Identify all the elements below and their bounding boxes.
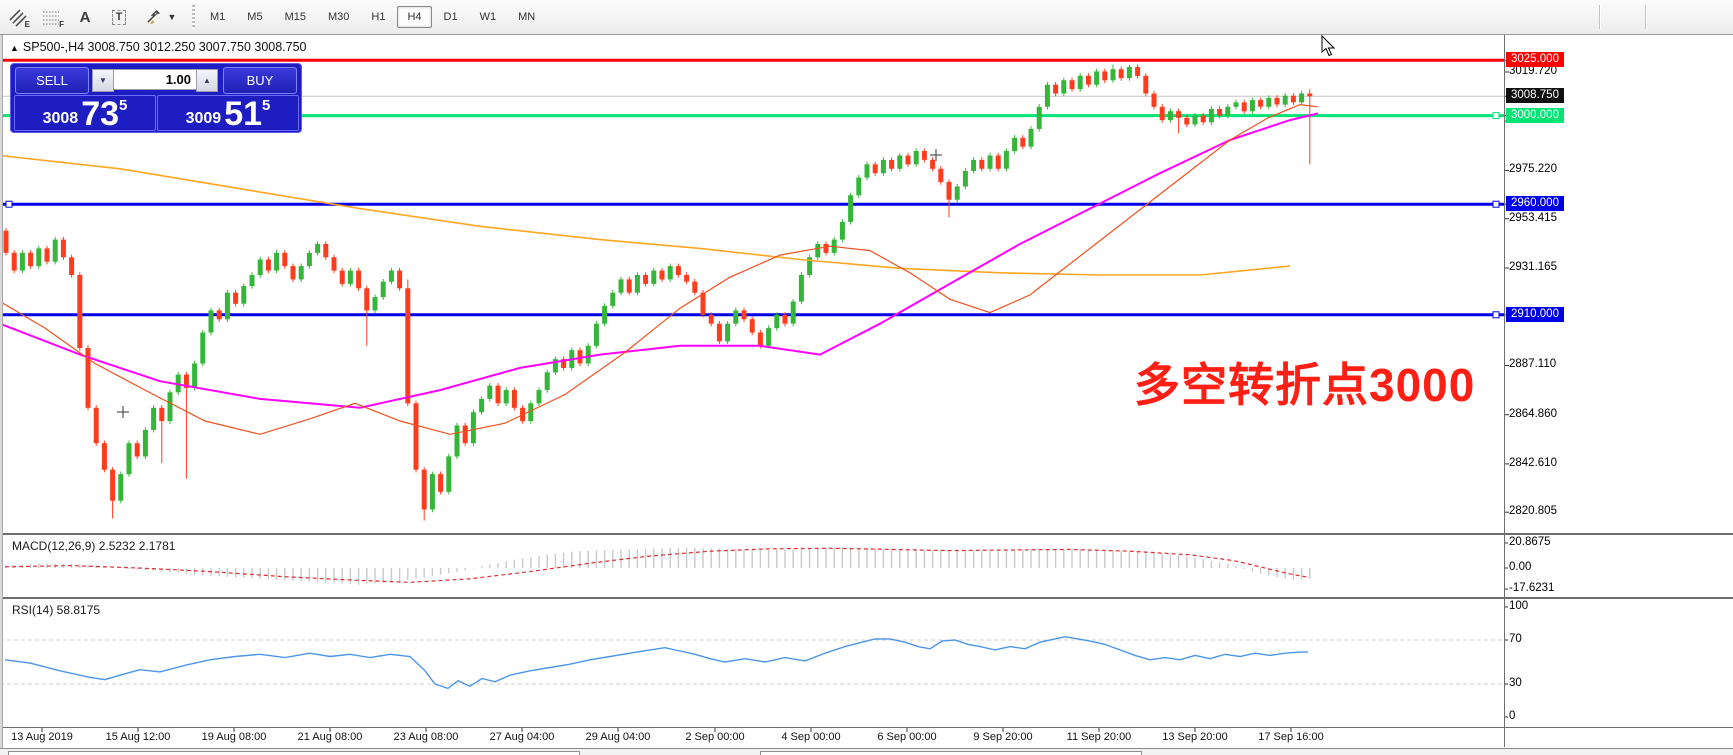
date-tick-label: 23 Aug 08:00	[381, 731, 471, 743]
sell-button[interactable]: SELL	[15, 67, 89, 94]
volume-decrease-button[interactable]: ▼	[92, 69, 114, 92]
ma-orange-line	[0, 156, 1290, 276]
price-tick-label: 2931.165	[1509, 261, 1557, 273]
date-tick-label: 13 Aug 2019	[0, 731, 87, 743]
date-tick-label: 9 Sep 20:00	[958, 731, 1048, 743]
date-tick-label: 21 Aug 08:00	[285, 731, 375, 743]
buy-price-sup: 5	[262, 97, 270, 114]
price-tick-label: 2820.805	[1509, 505, 1557, 517]
volume-increase-button[interactable]: ▲	[196, 69, 218, 92]
price-tick-label: 2842.610	[1509, 457, 1557, 469]
price-badge-3000.000: 3000.000	[1506, 108, 1564, 123]
sell-price-sup: 5	[119, 97, 127, 114]
indicator-tick-label: 100	[1509, 600, 1528, 612]
triangle-icon: ▲	[10, 43, 19, 53]
macd-pane	[5, 548, 1310, 585]
price-tick-label: 2887.110	[1509, 358, 1556, 370]
line-handle[interactable]	[1493, 312, 1499, 318]
price-badge-3008.750: 3008.750	[1506, 88, 1564, 103]
date-tick-label: 19 Aug 08:00	[189, 731, 279, 743]
date-tick-label: 17 Sep 16:00	[1246, 731, 1336, 743]
ma-red-line	[0, 105, 1318, 435]
pane-divider-rsi[interactable]	[0, 597, 1733, 599]
date-tick-label: 15 Aug 12:00	[93, 731, 183, 743]
sell-price-display[interactable]: 3008 73 5	[14, 95, 156, 131]
one-click-trading-panel: SELL ▼ ▲ BUY 3008 73 5 3009 51 5	[10, 63, 302, 133]
date-tick-label: 11 Sep 20:00	[1054, 731, 1144, 743]
chart-symbol-title: ▲SP500-,H4 3008.750 3012.250 3007.750 30…	[10, 40, 307, 54]
line-handle[interactable]	[6, 201, 12, 207]
indicator-tick-label: 0	[1509, 710, 1515, 722]
indicator-tick-label: 70	[1509, 633, 1522, 645]
chart-text-annotation[interactable]: 多空转折点3000	[1134, 362, 1475, 408]
chart-bottom-border	[0, 727, 1733, 728]
trading-terminal-window: E F A T ▼ M1 M5 M15	[0, 0, 1733, 755]
sell-price-big: 73	[81, 99, 119, 129]
price-badge-3025.000: 3025.000	[1506, 52, 1564, 67]
rsi-indicator-label: RSI(14) 58.8175	[12, 603, 100, 617]
ma-magenta-line	[0, 113, 1318, 407]
line-handle[interactable]	[1493, 113, 1499, 119]
line-handle[interactable]	[1493, 201, 1499, 207]
date-tick-label: 4 Sep 00:00	[766, 731, 856, 743]
window-left-border	[0, 35, 3, 748]
price-tick-label: 2953.415	[1509, 212, 1557, 224]
date-tick-label: 6 Sep 00:00	[862, 731, 952, 743]
buy-price-big: 51	[224, 99, 262, 129]
price-tick-label: 2975.220	[1509, 163, 1557, 175]
sell-price-small: 3008	[43, 109, 79, 129]
indicator-tick-label: -17.6231	[1509, 582, 1554, 594]
macd-indicator-label: MACD(12,26,9) 2.5232 2.1781	[12, 539, 175, 553]
date-tick-label: 29 Aug 04:00	[573, 731, 663, 743]
indicator-tick-label: 20.8675	[1509, 536, 1551, 548]
price-badge-2960.000: 2960.000	[1506, 196, 1564, 211]
indicator-tick-label: 30	[1509, 677, 1522, 689]
volume-input[interactable]	[113, 69, 197, 90]
crosshair-mark	[930, 149, 942, 161]
date-tick-label: 13 Sep 20:00	[1150, 731, 1240, 743]
price-badge-2910.000: 2910.000	[1506, 307, 1564, 322]
buy-price-small: 3009	[186, 109, 222, 129]
indicator-tick-label: 0.00	[1509, 561, 1531, 573]
mouse-cursor	[1322, 36, 1334, 56]
crosshair-mark	[117, 406, 129, 418]
price-axis-border	[1504, 35, 1505, 747]
price-tick-label: 2864.860	[1509, 408, 1557, 420]
date-tick-label: 2 Sep 00:00	[670, 731, 760, 743]
buy-price-display[interactable]: 3009 51 5	[157, 95, 299, 131]
rsi-pane	[0, 637, 1504, 689]
date-tick-label: 27 Aug 04:00	[477, 731, 567, 743]
rsi-line	[5, 637, 1308, 689]
buy-button[interactable]: BUY	[223, 67, 297, 94]
pane-divider-macd[interactable]	[0, 533, 1733, 535]
